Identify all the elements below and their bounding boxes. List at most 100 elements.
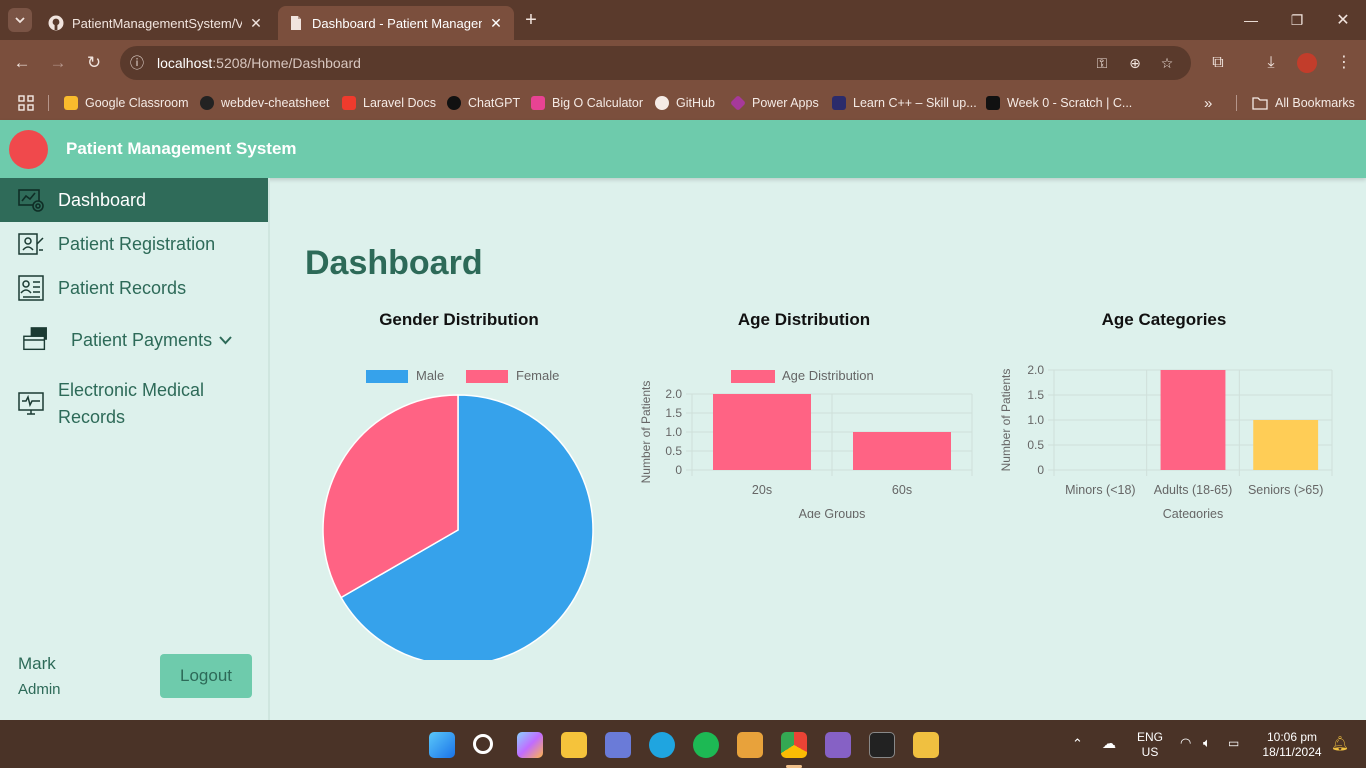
sidebar-item-label: Electronic Medical bbox=[58, 380, 205, 400]
bookmark-google-classroom[interactable]: Google Classroom bbox=[64, 93, 189, 113]
legend-label: Male bbox=[416, 368, 444, 383]
tab-github[interactable]: PatientManagementSystem/Vie ✕ bbox=[38, 6, 274, 40]
logout-button[interactable]: Logout bbox=[160, 654, 252, 698]
reload-button[interactable]: ↻ bbox=[84, 53, 104, 73]
page-icon bbox=[291, 16, 301, 30]
start-windows-icon[interactable] bbox=[429, 732, 455, 758]
taskbar: ⌃ ☁ ENG US ◠ 🔈︎ ▭ 10:06 pm 18/11/2024 🔔︎ bbox=[0, 720, 1366, 768]
more-bookmarks-icon[interactable]: » bbox=[1204, 93, 1212, 113]
site-info-icon[interactable]: ⓘ bbox=[129, 55, 145, 71]
cloud-icon[interactable]: ☁ bbox=[1102, 735, 1116, 752]
chevron-up-icon[interactable]: ⌃ bbox=[1072, 736, 1083, 752]
restore-button[interactable]: ❐ bbox=[1274, 0, 1320, 40]
x-tick-label: Minors (<18) bbox=[1065, 483, 1136, 497]
x-axis-label: Categories bbox=[1163, 507, 1223, 518]
page-title: Dashboard bbox=[305, 244, 483, 282]
bar bbox=[713, 394, 811, 470]
all-bookmarks-button[interactable]: All Bookmarks bbox=[1252, 93, 1355, 113]
zoom-icon[interactable]: ⊕ bbox=[1127, 55, 1143, 71]
key-icon[interactable]: ⚿ bbox=[1094, 55, 1110, 71]
sidebar-item-label: Patient Registration bbox=[58, 233, 216, 254]
app-header: Patient Management System bbox=[0, 120, 1366, 178]
close-tab-icon[interactable]: ✕ bbox=[488, 15, 504, 32]
chevron-down-icon[interactable] bbox=[219, 336, 232, 345]
divider bbox=[1236, 95, 1237, 111]
copilot-icon[interactable] bbox=[517, 732, 543, 758]
sidebar-item-label: Patient Payments bbox=[71, 329, 213, 350]
address-bar[interactable]: ⓘ localhost:5208/Home/Dashboard ⚿ ⊕ ☆ bbox=[120, 46, 1191, 80]
notification-bell-icon[interactable]: 🔔︎ bbox=[1331, 735, 1349, 752]
edge-icon[interactable] bbox=[649, 732, 675, 758]
chatgpt-icon bbox=[447, 96, 461, 110]
emr-monitor-icon bbox=[18, 392, 44, 415]
gender-pie-chart: Male Female bbox=[322, 368, 594, 660]
webdev-icon bbox=[200, 96, 214, 110]
sidebar-item-patient-records[interactable]: Patient Records bbox=[0, 266, 268, 310]
sidebar-item-electronic-medical-records[interactable]: Electronic Medical Records bbox=[0, 374, 268, 434]
chrome-icon[interactable] bbox=[781, 732, 807, 758]
x-tick-label: Seniors (>65) bbox=[1248, 483, 1323, 497]
download-icon[interactable]: ⤓ bbox=[1261, 53, 1281, 73]
chart-title: Age Distribution bbox=[737, 310, 871, 329]
minimize-button[interactable]: — bbox=[1228, 0, 1274, 40]
tab-dashboard[interactable]: Dashboard - Patient Manageme ✕ bbox=[278, 6, 514, 40]
y-tick-label: 2.0 bbox=[665, 387, 682, 401]
profile-avatar[interactable] bbox=[1297, 53, 1317, 73]
extensions-icon[interactable]: ⧉ bbox=[1208, 53, 1228, 73]
wifi-icon[interactable]: ◠ bbox=[1180, 735, 1191, 751]
close-window-button[interactable]: ✕ bbox=[1320, 0, 1366, 40]
bookmark-github[interactable]: GitHub bbox=[655, 93, 715, 113]
close-tab-icon[interactable]: ✕ bbox=[248, 15, 264, 32]
tab-search-button[interactable] bbox=[8, 8, 32, 32]
forward-button[interactable]: → bbox=[48, 53, 68, 73]
x-tick-label: 20s bbox=[752, 483, 772, 497]
spotify-icon[interactable] bbox=[693, 732, 719, 758]
y-tick-label: 1.5 bbox=[665, 406, 682, 420]
bookmark-webdev-cheatsheet[interactable]: webdev-cheatsheet bbox=[200, 93, 329, 113]
search-icon[interactable] bbox=[473, 734, 493, 754]
apps-icon[interactable] bbox=[18, 93, 34, 113]
browser-toolbar: ← → ↻ ⓘ localhost:5208/Home/Dashboard ⚿ … bbox=[0, 40, 1366, 86]
big-o-icon bbox=[531, 96, 545, 110]
y-tick-label: 0 bbox=[1037, 463, 1044, 477]
cpp-icon bbox=[832, 96, 846, 110]
github-icon bbox=[48, 15, 64, 31]
url-text[interactable]: localhost:5208/Home/Dashboard bbox=[157, 55, 361, 71]
app-icon[interactable] bbox=[605, 732, 631, 758]
payments-icon bbox=[23, 327, 47, 351]
age-distribution-chart: 0 0.5 1.0 1.5 2.0 20s 60s Age Groups Number of P… bbox=[639, 368, 973, 518]
visual-studio-icon[interactable] bbox=[825, 732, 851, 758]
star-icon[interactable]: ☆ bbox=[1159, 55, 1175, 71]
bookmark-learn-cpp[interactable]: Learn C++ – Skill up... bbox=[832, 93, 977, 113]
bookmark-big-o-calculator[interactable]: Big O Calculator bbox=[531, 93, 643, 113]
sidebar-item-dashboard[interactable]: Dashboard bbox=[0, 178, 268, 222]
user-name: Mark bbox=[18, 654, 56, 673]
sidebar-item-patient-registration[interactable]: Patient Registration bbox=[0, 222, 268, 266]
bookmarks-bar: Google Classroom webdev-cheatsheet Larav… bbox=[0, 86, 1366, 120]
app-icon[interactable] bbox=[737, 732, 763, 758]
laravel-icon bbox=[342, 96, 356, 110]
legend-swatch bbox=[466, 370, 508, 383]
file-explorer-icon[interactable] bbox=[561, 732, 587, 758]
volume-icon[interactable]: 🔈︎ bbox=[1203, 735, 1211, 751]
x-tick-label: 60s bbox=[892, 483, 912, 497]
new-tab-button[interactable]: + bbox=[520, 8, 542, 32]
sidebar-item-patient-payments[interactable]: Patient Payments bbox=[0, 318, 268, 362]
app-root: Patient Management System Dashboard Pati… bbox=[0, 120, 1366, 720]
bookmark-laravel-docs[interactable]: Laravel Docs bbox=[342, 93, 436, 113]
legend-label: Age Distribution bbox=[782, 368, 874, 383]
app-logo[interactable] bbox=[9, 130, 48, 169]
language-indicator[interactable]: ENG US bbox=[1136, 730, 1164, 760]
age-categories-chart: 0 0.5 1.0 1.5 2.0 Minors (<18) Adults (18-65) S… bbox=[999, 363, 1333, 518]
bookmark-chatgpt[interactable]: ChatGPT bbox=[447, 93, 520, 113]
bookmark-week0-scratch[interactable]: Week 0 - Scratch | C... bbox=[986, 93, 1132, 113]
clock[interactable]: 10:06 pm 18/11/2024 bbox=[1254, 730, 1330, 760]
terminal-icon[interactable] bbox=[869, 732, 895, 758]
sidebar-item-label: Dashboard bbox=[58, 189, 147, 210]
y-axis-label: Number of Patients bbox=[639, 381, 653, 484]
menu-icon[interactable]: ⋮ bbox=[1334, 53, 1354, 73]
app-icon[interactable] bbox=[913, 732, 939, 758]
back-button[interactable]: ← bbox=[12, 53, 32, 73]
battery-icon[interactable]: ▭ bbox=[1228, 736, 1239, 750]
bookmark-power-apps[interactable]: Power Apps bbox=[730, 93, 819, 113]
